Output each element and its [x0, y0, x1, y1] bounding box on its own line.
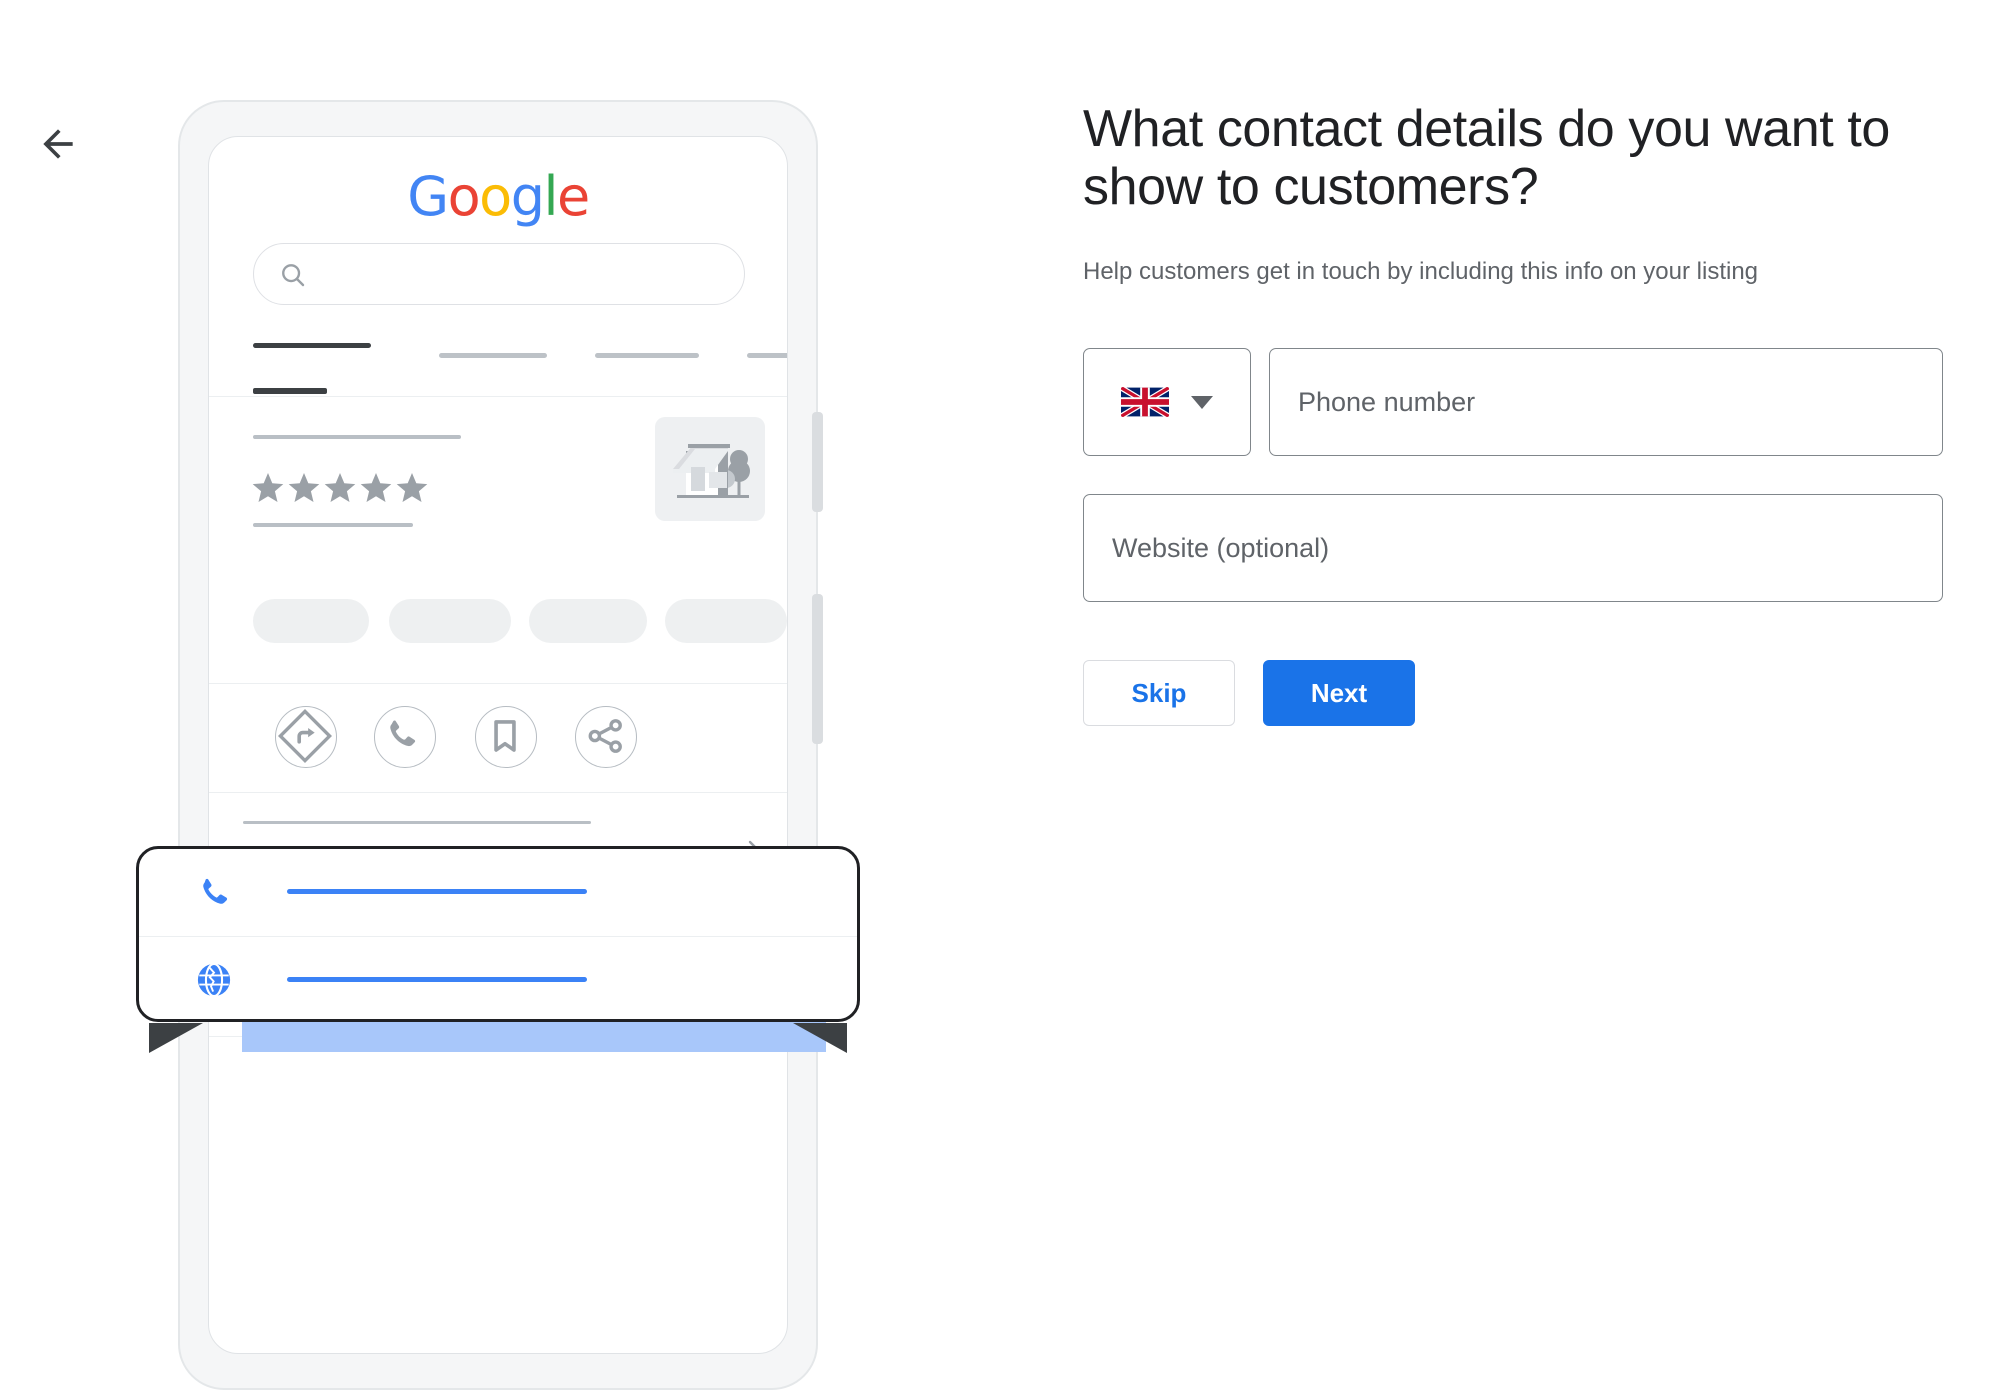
tab-active-indicator — [253, 388, 327, 394]
bookmark-icon — [494, 720, 516, 752]
callout-tail-left — [149, 1023, 203, 1053]
filter-pill-2[interactable] — [389, 599, 511, 643]
form-actions: Skip Next — [1083, 660, 1943, 727]
arrow-left-icon — [43, 129, 73, 159]
globe-icon — [197, 962, 231, 998]
website-input[interactable] — [1083, 494, 1943, 603]
phone-icon — [203, 878, 228, 904]
share-icon — [588, 719, 622, 753]
callout-row-website[interactable] — [139, 937, 857, 1025]
action-directions-button[interactable] — [275, 706, 337, 768]
back-button[interactable] — [36, 122, 80, 166]
business-meta-placeholder — [253, 523, 413, 527]
storefront-icon — [673, 444, 750, 498]
phone-side-button-power — [812, 594, 823, 744]
action-save-button[interactable] — [475, 706, 537, 768]
tab-item-active[interactable] — [253, 343, 371, 348]
google-logo: Google — [407, 165, 590, 228]
uk-flag-icon — [1121, 387, 1169, 418]
filter-pill-row — [209, 587, 787, 667]
next-button[interactable]: Next — [1263, 660, 1415, 727]
tab-item-2[interactable] — [439, 353, 547, 358]
business-card — [209, 399, 787, 599]
directions-icon — [278, 709, 332, 763]
phone-screen: Google — [208, 136, 788, 1354]
callout-tail-right — [793, 1023, 847, 1053]
chevron-down-icon — [1191, 395, 1213, 409]
tab-item-4[interactable] — [747, 353, 787, 358]
action-share-button[interactable] — [575, 706, 637, 768]
phone-field-row — [1083, 348, 1943, 457]
callout-phone-line — [287, 889, 587, 894]
star-icon — [252, 473, 428, 502]
skip-button[interactable]: Skip — [1083, 660, 1235, 727]
phone-mockup: Google — [136, 100, 860, 1396]
callout-row-phone[interactable] — [139, 849, 857, 937]
page-title: What contact details do you want to show… — [1083, 100, 1890, 217]
country-code-select[interactable] — [1083, 348, 1251, 457]
phone-number-input[interactable] — [1269, 348, 1943, 457]
business-name-placeholder — [253, 435, 461, 439]
website-field-row — [1083, 494, 1943, 603]
page-root: Google What contact details do you want … — [0, 0, 2006, 1396]
callout-website-line — [287, 977, 587, 982]
storefront-thumbnail — [655, 417, 765, 521]
action-icon-row — [209, 683, 787, 793]
search-icon — [282, 264, 305, 287]
info-line-1 — [243, 821, 591, 824]
filter-pill-1[interactable] — [253, 599, 369, 643]
phone-side-button-volume — [812, 412, 823, 512]
contact-details-panel: What contact details do you want to show… — [1083, 100, 1943, 727]
tab-item-3[interactable] — [595, 353, 699, 358]
filter-pill-4[interactable] — [665, 599, 787, 643]
phone-icon — [390, 720, 416, 747]
action-call-button[interactable] — [374, 706, 436, 768]
contact-details-callout — [136, 846, 860, 1053]
page-subtitle: Help customers get in touch by including… — [1083, 258, 1759, 286]
filter-pill-3[interactable] — [529, 599, 647, 643]
tab-strip — [209, 333, 787, 397]
rating-stars — [251, 471, 431, 510]
search-input[interactable] — [253, 243, 745, 305]
